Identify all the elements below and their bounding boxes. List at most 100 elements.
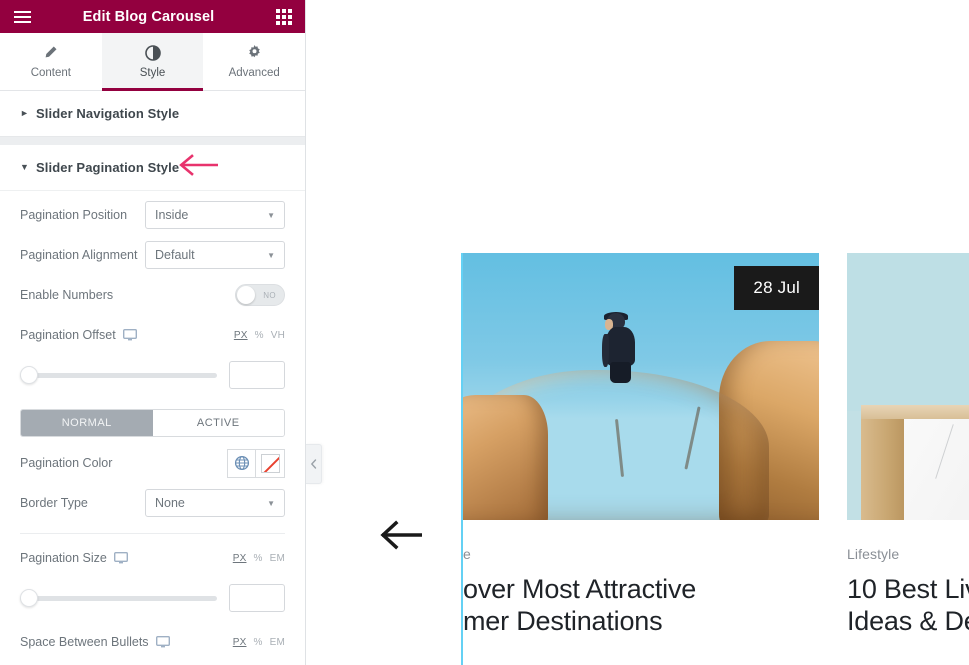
- unit-em[interactable]: EM: [270, 637, 285, 648]
- card-title-line: 10 Best Liv: [847, 574, 969, 604]
- panel-content-scroll[interactable]: ► Slider Navigation Style ▼ Slider Pagin…: [0, 91, 305, 665]
- carousel-card[interactable]: Lifestyle 10 Best Liv Ideas & De: [847, 253, 969, 665]
- desktop-icon[interactable]: [122, 329, 137, 341]
- slider-handle[interactable]: [20, 366, 38, 384]
- section-title: Slider Pagination Style: [36, 160, 180, 175]
- section-slider-pagination-style: ▼ Slider Pagination Style Pagination Pos…: [0, 145, 305, 665]
- tab-advanced[interactable]: Advanced: [203, 33, 305, 90]
- section-annotation-arrow-icon: [179, 154, 218, 176]
- pagination-offset-slider[interactable]: [20, 365, 217, 385]
- select-value: Inside: [155, 208, 189, 222]
- pagination-offset-slider-row: [20, 355, 285, 399]
- unit-percent[interactable]: %: [255, 330, 264, 341]
- panel-header: Edit Blog Carousel: [0, 0, 305, 33]
- toggle-knob: [237, 286, 255, 304]
- card-title[interactable]: over Most Attractive mer Destinations: [463, 573, 819, 637]
- select-value: None: [155, 496, 185, 510]
- elementor-panel: Edit Blog Carousel Content Style Advance…: [0, 0, 306, 665]
- card-title-line: mer Destinations: [463, 606, 663, 637]
- unit-switcher: PX % VH: [234, 330, 285, 341]
- control-label-group: Pagination Offset: [20, 328, 234, 342]
- unit-px[interactable]: PX: [233, 553, 247, 564]
- control-pagination-alignment: Pagination Alignment Default ▼: [20, 235, 285, 275]
- rock-crack: [683, 406, 701, 470]
- section-header[interactable]: ► Slider Navigation Style: [0, 91, 305, 136]
- contrast-icon: [144, 44, 161, 61]
- card-category[interactable]: e: [463, 546, 819, 562]
- date-badge: 28 Jul: [734, 266, 819, 310]
- control-label: Enable Numbers: [20, 288, 114, 302]
- pagination-position-select[interactable]: Inside ▼: [145, 201, 285, 229]
- chevron-down-icon: ▼: [267, 210, 275, 220]
- rock-crack: [615, 418, 625, 477]
- carousel-card[interactable]: 28 Jul e over Most Attractive mer Destin…: [461, 253, 819, 665]
- slider-track: [20, 595, 217, 601]
- tab-label: Style: [139, 66, 166, 79]
- control-border-type: Border Type None ▼: [20, 483, 285, 523]
- unit-vh[interactable]: VH: [271, 330, 285, 341]
- unit-px[interactable]: PX: [233, 637, 247, 648]
- chevron-down-icon: ▼: [20, 162, 29, 172]
- tab-style[interactable]: Style: [101, 33, 204, 91]
- unit-switcher: PX % EM: [233, 637, 285, 648]
- interior-photo: [847, 253, 969, 520]
- color-swatch-button[interactable]: [256, 448, 285, 478]
- unit-percent[interactable]: %: [254, 553, 263, 564]
- card-body: Lifestyle 10 Best Liv Ideas & De: [847, 520, 969, 637]
- widgets-grid-icon[interactable]: [263, 0, 305, 33]
- card-category[interactable]: Lifestyle: [847, 546, 969, 562]
- unit-px[interactable]: PX: [234, 330, 248, 341]
- control-label: Pagination Size: [20, 551, 107, 565]
- pagination-size-slider-row: [20, 578, 285, 622]
- control-pagination-color: Pagination Color: [20, 443, 285, 483]
- slider-handle[interactable]: [20, 589, 38, 607]
- state-tab-active[interactable]: ACTIVE: [152, 410, 284, 436]
- enable-numbers-toggle[interactable]: NO: [235, 284, 285, 306]
- sideboard-top: [861, 405, 969, 419]
- pagination-offset-input[interactable]: [229, 361, 285, 389]
- pagination-size-slider[interactable]: [20, 588, 217, 608]
- pagination-alignment-select[interactable]: Default ▼: [145, 241, 285, 269]
- control-pagination-size: Pagination Size PX % EM: [20, 538, 285, 578]
- slider-track: [20, 372, 217, 378]
- card-image: 28 Jul: [463, 253, 819, 520]
- person-torso: [606, 327, 636, 366]
- color-control: [227, 448, 285, 478]
- tab-content[interactable]: Content: [0, 33, 102, 90]
- chevron-down-icon: ▼: [267, 498, 275, 508]
- pagination-size-input[interactable]: [229, 584, 285, 612]
- chevron-right-icon: ►: [20, 108, 29, 118]
- toggle-state-label: NO: [263, 290, 276, 300]
- blog-carousel[interactable]: 28 Jul e over Most Attractive mer Destin…: [461, 253, 969, 665]
- control-enable-numbers: Enable Numbers NO: [20, 275, 285, 315]
- card-title[interactable]: 10 Best Liv Ideas & De: [847, 573, 969, 637]
- person-silhouette: [600, 311, 639, 383]
- canvas-annotation-arrow-icon: [380, 520, 422, 550]
- control-label: Space Between Bullets: [20, 635, 149, 649]
- section-title: Slider Navigation Style: [36, 106, 180, 121]
- select-value: Default: [155, 248, 195, 262]
- section-body: Pagination Position Inside ▼ Pagination …: [0, 190, 305, 665]
- chevron-down-icon: ▼: [267, 250, 275, 260]
- globe-icon: [234, 455, 249, 471]
- wall-background: [847, 253, 969, 411]
- unit-percent[interactable]: %: [254, 637, 263, 648]
- rock-left: [463, 394, 549, 520]
- marble-vein: [935, 423, 954, 479]
- tab-label: Content: [30, 66, 71, 79]
- control-label-group: Space Between Bullets: [20, 635, 233, 649]
- unit-em[interactable]: EM: [270, 553, 285, 564]
- desktop-icon[interactable]: [113, 552, 128, 564]
- desktop-icon[interactable]: [155, 636, 170, 648]
- border-type-select[interactable]: None ▼: [145, 489, 285, 517]
- section-header[interactable]: ▼ Slider Pagination Style: [0, 145, 305, 190]
- global-color-button[interactable]: [227, 448, 256, 478]
- card-image: [847, 253, 969, 520]
- no-color-swatch-icon: [260, 453, 280, 473]
- control-pagination-offset: Pagination Offset PX % VH: [20, 315, 285, 355]
- pencil-icon: [43, 45, 58, 61]
- tab-label: Advanced: [228, 66, 280, 79]
- state-tab-normal[interactable]: NORMAL: [21, 410, 153, 436]
- panel-title: Edit Blog Carousel: [82, 8, 215, 25]
- panel-collapse-handle[interactable]: [306, 444, 322, 484]
